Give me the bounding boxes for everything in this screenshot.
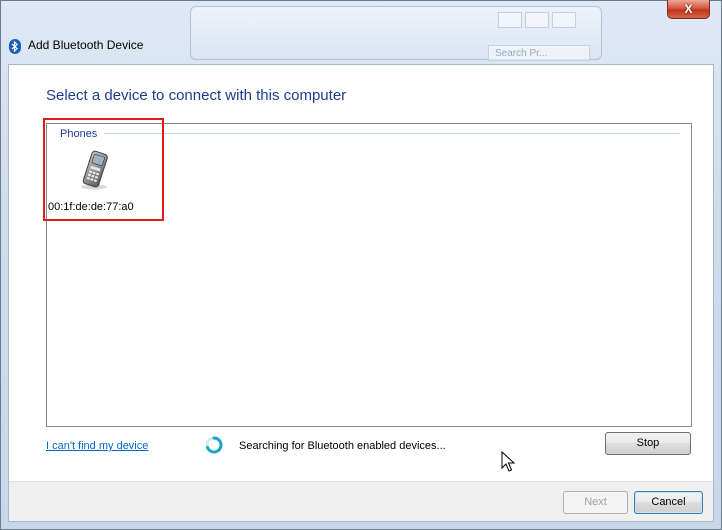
close-icon: X [684,2,693,16]
cant-find-device-link[interactable]: I can't find my device [46,439,148,453]
search-status-text: Searching for Bluetooth enabled devices.… [239,440,446,452]
page-heading: Select a device to connect with this com… [46,87,347,104]
mouse-cursor-icon [501,451,515,472]
loading-spinner-icon [205,436,223,454]
highlight-annotation [43,118,164,221]
stop-button[interactable]: Stop [605,432,691,455]
next-button[interactable]: Next [563,491,628,514]
background-close-icon [552,12,576,28]
close-button[interactable]: X [667,0,710,19]
background-maximize-icon [525,12,549,28]
cancel-button[interactable]: Cancel [634,491,703,514]
bluetooth-icon [9,39,21,54]
background-minimize-icon [498,12,522,28]
group-divider [104,133,680,134]
window-title: Add Bluetooth Device [28,38,144,52]
background-window-controls [498,12,576,28]
